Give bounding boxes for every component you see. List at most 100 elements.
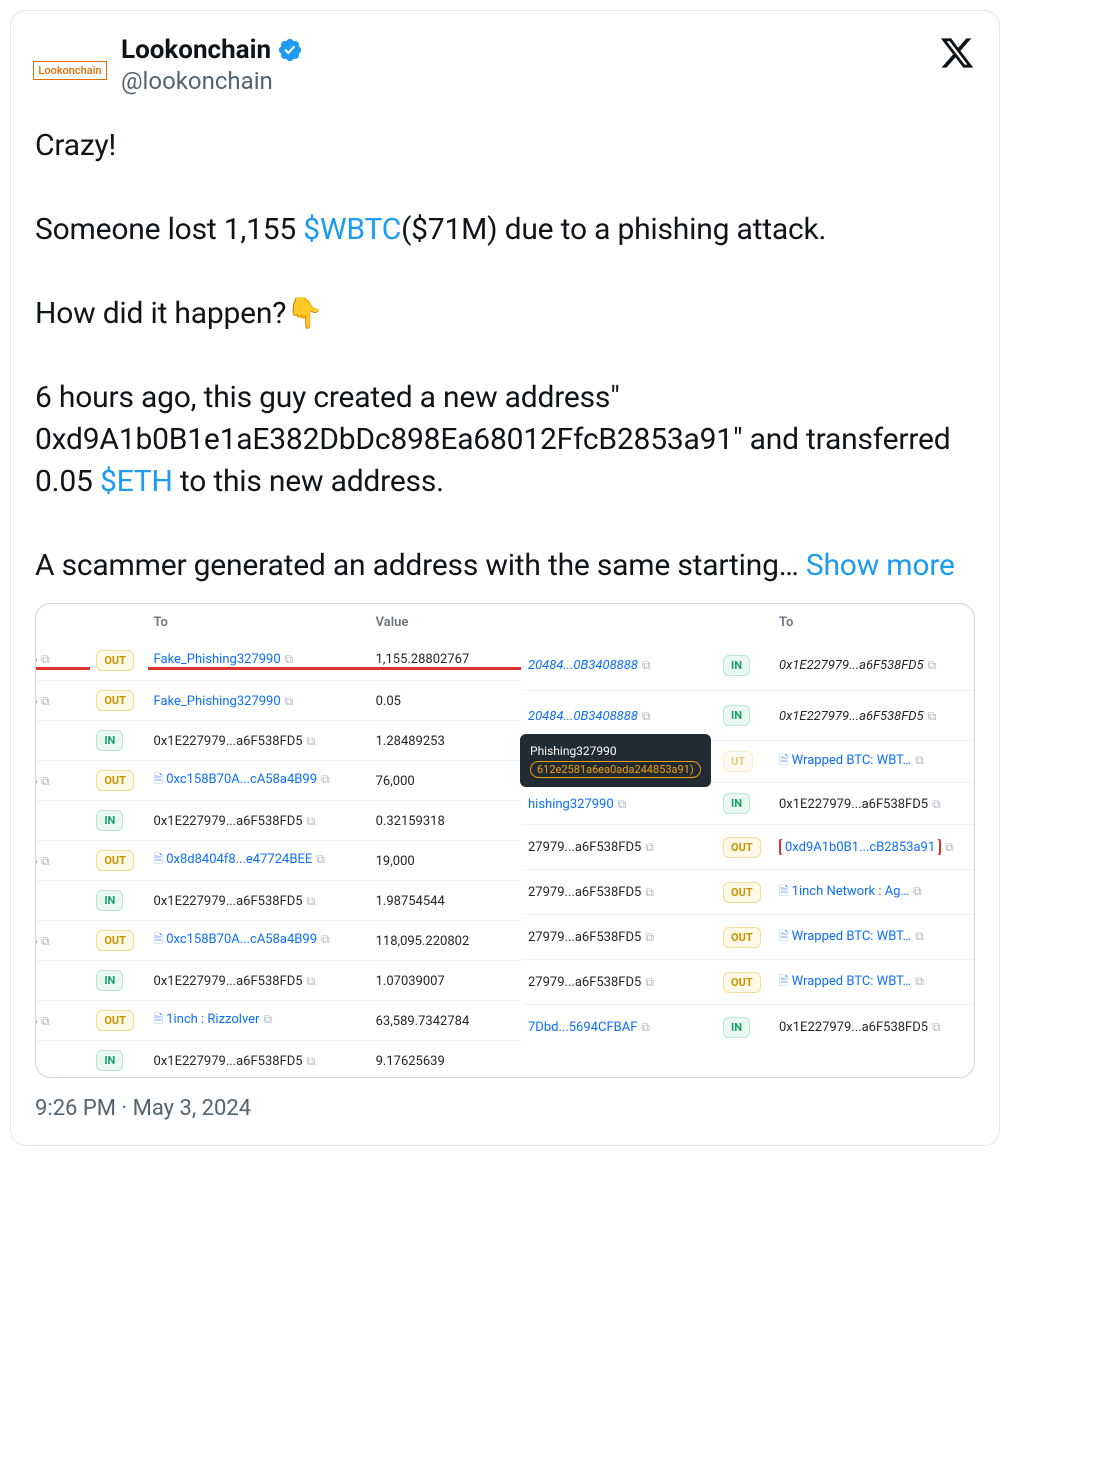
- table-row: ⧉IN0x1E227979...a6F538FD5⧉1.98754544: [35, 880, 521, 920]
- copy-icon[interactable]: ⧉: [285, 652, 294, 666]
- value-cell: 1,155.28802767: [376, 652, 470, 667]
- value-cell: 0.32159318: [376, 814, 445, 829]
- table-row: 7Dbd...5694CFBAF⧉IN0x1E227979...a6F538FD…: [522, 1004, 975, 1049]
- copy-icon[interactable]: ⧉: [642, 709, 651, 723]
- copy-icon[interactable]: ⧉: [307, 734, 316, 748]
- to-address: 0x1E227979...a6F538FD5: [779, 797, 928, 812]
- table-row: 538FD5⧉OUT🗎0xc158B70A...cA58a4B99⧉76,000: [35, 760, 521, 800]
- hash-fragment: 538FD5: [35, 934, 37, 949]
- handle[interactable]: @lookonchain: [121, 67, 303, 95]
- table-row: 538FD5⧉OUTFake_Phishing327990⧉0.05: [35, 680, 521, 720]
- out-badge: OUT: [96, 650, 134, 671]
- right-table: To 20484...0B3408888⧉IN0x1E227979...a6F5…: [522, 604, 975, 1049]
- copy-icon[interactable]: ⧉: [642, 658, 651, 672]
- copy-icon[interactable]: ⧉: [285, 694, 294, 708]
- to-address[interactable]: 0xd9A1b0B1...cB2853a91: [785, 840, 935, 855]
- to-address[interactable]: 0xc158B70A...cA58a4B99: [166, 772, 317, 787]
- hash-fragment: 27979...a6F538FD5: [528, 975, 641, 990]
- copy-icon[interactable]: ⧉: [915, 974, 924, 988]
- copy-icon[interactable]: ⧉: [263, 1012, 272, 1026]
- copy-icon[interactable]: ⧉: [321, 772, 330, 786]
- copy-icon[interactable]: ⧉: [645, 930, 654, 944]
- out-badge: OUT: [723, 972, 761, 993]
- in-badge: IN: [96, 730, 123, 751]
- table-row: 20484...0B3408888⧉IN0x1E227979...a6F538F…: [522, 690, 975, 740]
- copy-icon[interactable]: ⧉: [915, 929, 924, 943]
- copy-icon[interactable]: ⧉: [307, 814, 316, 828]
- in-badge: IN: [723, 793, 750, 814]
- cashtag-eth[interactable]: $ETH: [100, 464, 173, 499]
- display-name[interactable]: Lookonchain: [121, 35, 271, 65]
- copy-icon[interactable]: ⧉: [915, 753, 924, 767]
- value-cell: 1.07039007: [376, 974, 445, 989]
- cashtag-wbtc[interactable]: $WBTC: [303, 212, 401, 247]
- col-to-r: To: [773, 615, 975, 630]
- copy-icon[interactable]: ⧉: [316, 852, 325, 866]
- copy-icon[interactable]: ⧉: [913, 884, 922, 898]
- copy-icon[interactable]: ⧉: [41, 1014, 50, 1028]
- embedded-screenshot[interactable]: To Value 538FD5⧉OUTFake_Phishing327990⧉1…: [35, 603, 975, 1078]
- copy-icon[interactable]: ⧉: [41, 854, 50, 868]
- document-icon: 🗎: [154, 772, 164, 786]
- to-address[interactable]: 0xc158B70A...cA58a4B99: [166, 932, 317, 947]
- copy-icon[interactable]: ⧉: [321, 932, 330, 946]
- timestamp[interactable]: 9:26 PM · May 3, 2024: [35, 1096, 975, 1121]
- document-icon: 🗎: [154, 932, 164, 946]
- to-address[interactable]: 0x8d8404f8...e47724BEE: [166, 852, 312, 867]
- copy-icon[interactable]: ⧉: [41, 652, 50, 666]
- value-cell: 76,000: [376, 774, 415, 789]
- tweet-post1: ($71M) due to a phishing attack. How did…: [35, 212, 958, 499]
- copy-icon[interactable]: ⧉: [307, 894, 316, 908]
- left-table: To Value 538FD5⧉OUTFake_Phishing327990⧉1…: [35, 604, 521, 1078]
- copy-icon[interactable]: ⧉: [932, 797, 941, 811]
- table-row: 20484...0B3408888⧉IN0x1E227979...a6F538F…: [522, 640, 975, 690]
- in-badge: IN: [723, 705, 750, 726]
- document-icon: 🗎: [779, 929, 789, 943]
- in-badge: IN: [96, 1050, 123, 1071]
- copy-icon[interactable]: ⧉: [307, 1054, 316, 1068]
- hash-fragment: 538FD5: [35, 854, 37, 869]
- col-value: Value: [370, 615, 521, 630]
- to-address[interactable]: Wrapped BTC: WBT…: [792, 753, 912, 768]
- copy-icon[interactable]: ⧉: [307, 974, 316, 988]
- show-more-link[interactable]: Show more: [806, 548, 955, 583]
- out-badge: OUT: [96, 930, 134, 951]
- copy-icon[interactable]: ⧉: [41, 694, 50, 708]
- table-row: 27979...a6F538FD5⧉OUT0xd9A1b0B1...cB2853…: [522, 824, 975, 869]
- to-address: 0x1E227979...a6F538FD5: [154, 814, 303, 829]
- to-address: 0x1E227979...a6F538FD5: [154, 1054, 303, 1069]
- table-row: ⧉IN0x1E227979...a6F538FD5⧉1.28489253: [35, 720, 521, 760]
- copy-icon[interactable]: ⧉: [41, 774, 50, 788]
- to-address[interactable]: 1inch : Rizzolver: [166, 1012, 259, 1027]
- table-row: hishing327990⧉IN0x1E227979...a6F538FD5⧉: [522, 782, 975, 824]
- table-row: 538FD5⧉OUT🗎1inch : Rizzolver⧉63,589.7342…: [35, 1000, 521, 1040]
- copy-icon[interactable]: ⧉: [41, 934, 50, 948]
- x-logo-icon[interactable]: [939, 35, 975, 71]
- copy-icon[interactable]: ⧉: [645, 885, 654, 899]
- copy-icon[interactable]: ⧉: [618, 797, 627, 811]
- avatar[interactable]: Lookonchain: [35, 35, 105, 105]
- to-address[interactable]: Wrapped BTC: WBT…: [792, 974, 912, 989]
- document-icon: 🗎: [154, 1012, 164, 1026]
- copy-icon[interactable]: ⧉: [645, 840, 654, 854]
- copy-icon[interactable]: ⧉: [928, 658, 937, 672]
- copy-icon[interactable]: ⧉: [932, 1020, 941, 1034]
- to-address[interactable]: Fake_Phishing327990: [154, 652, 281, 667]
- to-address[interactable]: Fake_Phishing327990: [154, 694, 281, 709]
- to-address: 0x1E227979...a6F538FD5: [154, 734, 303, 749]
- to-address[interactable]: 1inch Network : Ag…: [792, 884, 910, 899]
- value-cell: 1.98754544: [376, 894, 445, 909]
- hash-fragment: 27979...a6F538FD5: [528, 885, 641, 900]
- hash-fragment: 538FD5: [35, 1014, 37, 1029]
- copy-icon[interactable]: ⧉: [928, 709, 937, 723]
- copy-icon[interactable]: ⧉: [641, 1020, 650, 1034]
- table-row: ⧉IN0x1E227979...a6F538FD5⧉1.07039007: [35, 960, 521, 1000]
- value-cell: 0.05: [376, 694, 401, 709]
- to-address[interactable]: Wrapped BTC: WBT…: [792, 929, 912, 944]
- value-cell: 1.28489253: [376, 734, 445, 749]
- copy-icon[interactable]: ⧉: [945, 840, 954, 854]
- hash-fragment: 538FD5: [35, 652, 37, 667]
- copy-icon[interactable]: ⧉: [645, 975, 654, 989]
- out-badge: OUT: [723, 837, 761, 858]
- tweet-card: Lookonchain Lookonchain @lookonchain Cra…: [10, 10, 1000, 1146]
